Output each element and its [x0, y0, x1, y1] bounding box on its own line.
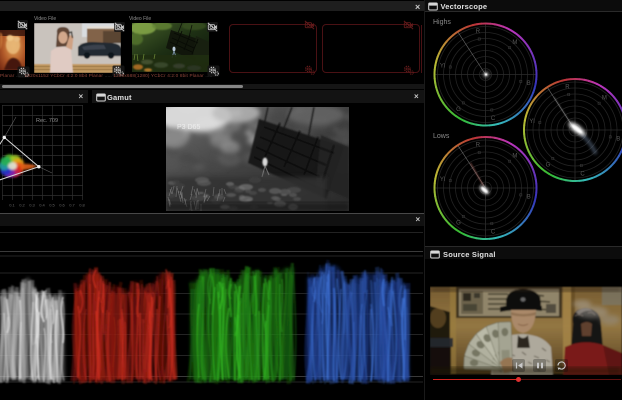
- svg-text:C: C: [491, 116, 496, 122]
- svg-text:P3 D65: P3 D65: [177, 124, 200, 131]
- svg-text:M: M: [512, 153, 517, 159]
- svg-text:0.4: 0.4: [39, 203, 45, 208]
- svg-text:Yl: Yl: [440, 177, 445, 183]
- svg-text:G: G: [546, 163, 551, 169]
- svg-text:M: M: [512, 40, 517, 46]
- svg-text:Yl: Yl: [529, 119, 534, 125]
- svg-text:C: C: [491, 229, 496, 235]
- svg-text:0.6: 0.6: [59, 203, 65, 208]
- svg-text:B: B: [527, 194, 531, 200]
- svg-text:R: R: [565, 85, 570, 91]
- svg-text:G: G: [456, 221, 461, 227]
- svg-text:B: B: [616, 136, 620, 142]
- svg-text:0.8: 0.8: [79, 203, 85, 208]
- svg-text:B: B: [527, 81, 531, 87]
- svg-text:G: G: [456, 107, 461, 113]
- svg-text:M: M: [602, 95, 607, 101]
- svg-text:R: R: [476, 29, 481, 35]
- svg-text:0.1: 0.1: [9, 203, 15, 208]
- svg-text:R: R: [476, 143, 481, 149]
- svg-text:0.5: 0.5: [49, 203, 55, 208]
- svg-text:0.3: 0.3: [29, 203, 35, 208]
- svg-text:Rec. 709: Rec. 709: [36, 118, 58, 124]
- svg-text:C: C: [580, 171, 585, 177]
- svg-text:Yl: Yl: [440, 63, 445, 69]
- svg-text:0.2: 0.2: [19, 203, 25, 208]
- svg-text:0.7: 0.7: [69, 203, 75, 208]
